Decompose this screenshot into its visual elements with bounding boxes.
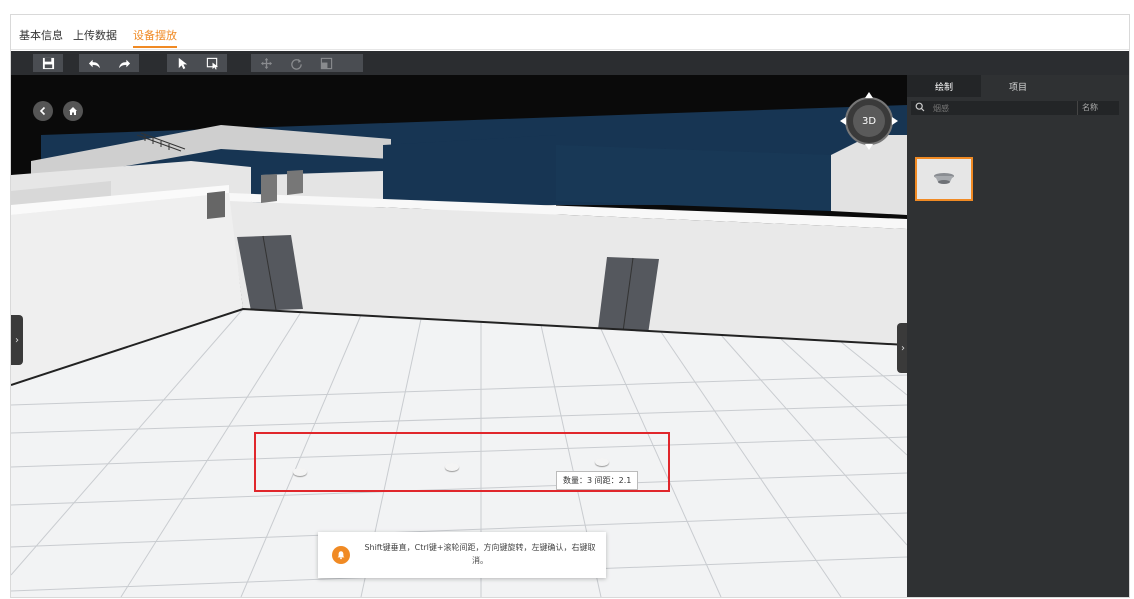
tab-device-placement[interactable]: 设备摆放 xyxy=(133,27,177,43)
toolbar xyxy=(11,51,1129,75)
active-tab-indicator xyxy=(133,46,177,48)
right-panel-toggle[interactable]: › xyxy=(897,323,907,373)
save-button[interactable] xyxy=(33,54,63,72)
right-panel: 绘制 项目 名称 xyxy=(907,75,1129,597)
operation-hint: Shift键垂直，Ctrl键+滚轮间距，方向键旋转，左键确认，右键取消。 xyxy=(318,532,606,578)
toolbar-group-select xyxy=(167,54,227,72)
selection-info-label: 数量：3 间距：2.1 xyxy=(556,471,639,490)
left-panel-toggle[interactable]: › xyxy=(11,315,23,365)
tab-draw[interactable]: 绘制 xyxy=(907,75,981,97)
undo-icon xyxy=(88,59,100,68)
back-button[interactable] xyxy=(33,101,53,121)
search-input[interactable] xyxy=(933,101,1073,115)
move-button[interactable] xyxy=(251,54,281,72)
box-select-icon xyxy=(206,57,218,70)
redo-icon xyxy=(118,59,130,68)
device-thumbnail-smoke-detector[interactable] xyxy=(915,157,973,201)
tab-bar: 基本信息 上传数据 设备摆放 xyxy=(11,15,1129,50)
toolbar-group-history xyxy=(79,54,139,72)
pointer-icon xyxy=(178,57,187,69)
arrow-up-icon[interactable] xyxy=(865,92,873,98)
3d-viewport[interactable]: 3D › › 数量：3 间距：2.1 Shift键垂直，Ctrl键+滚轮间距，方… xyxy=(11,75,907,597)
pointer-button[interactable] xyxy=(167,54,197,72)
undo-button[interactable] xyxy=(79,54,109,72)
box-select-button[interactable] xyxy=(197,54,227,72)
arrow-right-icon[interactable] xyxy=(892,117,898,125)
panel-tabs: 绘制 项目 xyxy=(907,75,1129,97)
view-navigator[interactable]: 3D xyxy=(839,91,899,151)
toolbar-group-file xyxy=(33,54,63,72)
home-button[interactable] xyxy=(63,101,83,121)
bell-icon xyxy=(332,546,350,564)
chevron-left-icon xyxy=(39,106,46,116)
tab-upload-data[interactable]: 上传数据 xyxy=(73,27,117,43)
rotate-button[interactable] xyxy=(281,54,311,72)
move-icon xyxy=(260,57,272,69)
tab-project[interactable]: 项目 xyxy=(981,75,1055,97)
search-icon xyxy=(915,102,925,112)
hint-text: Shift键垂直，Ctrl键+滚轮间距，方向键旋转，左键确认，右键取消。 xyxy=(364,543,596,565)
smoke-detector-icon xyxy=(934,173,954,184)
arrow-down-icon[interactable] xyxy=(865,144,873,150)
scene-render xyxy=(11,105,907,597)
search-bar: 名称 xyxy=(911,101,1119,115)
home-icon xyxy=(69,107,77,115)
rotate-icon xyxy=(290,58,302,70)
redo-button[interactable] xyxy=(109,54,139,72)
app-frame: 基本信息 上传数据 设备摆放 3D › › 数量：3 间距：2.1 Shift键… xyxy=(10,14,1130,598)
save-icon xyxy=(42,57,54,69)
name-column-header[interactable]: 名称 xyxy=(1077,101,1098,115)
scale-button[interactable] xyxy=(311,54,341,72)
scale-icon xyxy=(320,57,332,69)
tab-basic-info[interactable]: 基本信息 xyxy=(19,27,63,43)
toolbar-group-transform xyxy=(251,54,363,72)
view-mode-label[interactable]: 3D xyxy=(853,105,885,137)
arrow-left-icon[interactable] xyxy=(840,117,846,125)
